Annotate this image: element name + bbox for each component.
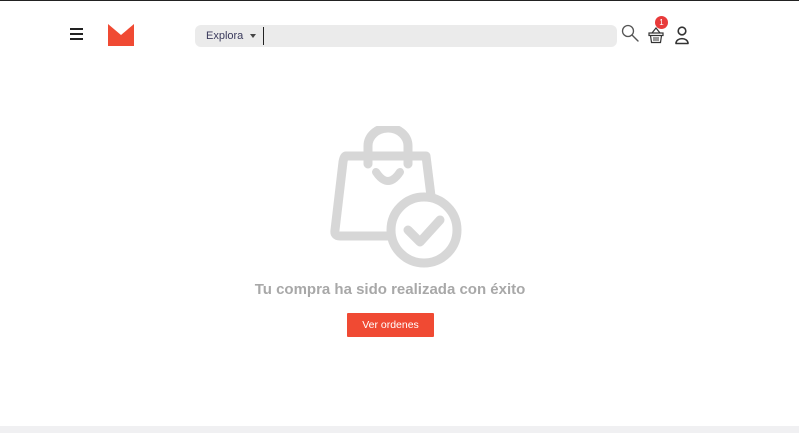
- hamburger-menu-icon[interactable]: [70, 28, 83, 40]
- view-orders-button[interactable]: Ver ordenes: [347, 313, 434, 337]
- search-bar: Explora: [195, 25, 617, 47]
- footer-bar: [0, 426, 799, 433]
- text-cursor: [263, 27, 264, 45]
- search-icon[interactable]: [621, 24, 639, 42]
- caret-down-icon: [250, 34, 257, 38]
- user-icon[interactable]: [673, 25, 691, 45]
- shopping-bag-check-icon: [330, 126, 462, 268]
- cart-count-badge: 1: [655, 16, 668, 29]
- brand-logo[interactable]: [108, 24, 134, 46]
- search-input[interactable]: [263, 27, 609, 45]
- explore-dropdown[interactable]: Explora: [195, 25, 259, 47]
- success-message: Tu compra ha sido realizada con éxito: [254, 281, 526, 298]
- top-navigation-bar: Explora 1: [0, 0, 799, 70]
- explore-label: Explora: [206, 30, 244, 42]
